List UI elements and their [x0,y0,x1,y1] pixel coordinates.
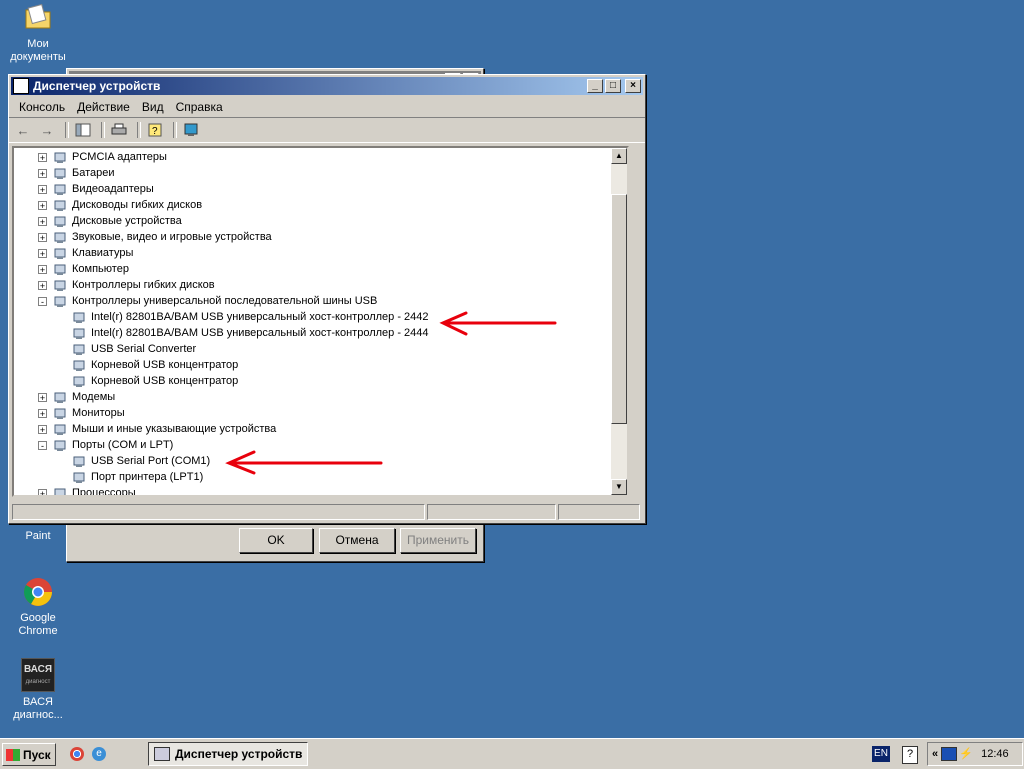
antivirus-tray-icon[interactable]: ⚡ [959,748,973,760]
clock[interactable]: 12:46 [981,748,1009,760]
annotation-arrows [225,311,557,475]
language-indicator[interactable]: EN [872,746,890,762]
system-tray: « ⚡ 12:46 [927,742,1023,766]
chrome-quicklaunch-icon[interactable] [70,747,84,761]
computer-icon [154,747,170,761]
start-button[interactable]: Пуск [2,743,56,766]
network-tray-icon[interactable] [941,747,958,761]
arrow-annotation-usb-controller [439,311,557,336]
help-tray-icon[interactable]: ? [902,746,918,764]
windows-logo-icon [6,748,20,761]
taskbar-item-device-manager[interactable]: Диспетчер устройств [148,742,308,766]
start-label: Пуск [23,747,51,762]
tray-expand-chevron[interactable]: « [932,748,938,760]
taskbar-item-label: Диспетчер устройств [175,747,303,761]
arrow-annotation-com1 [225,450,383,475]
ie-quicklaunch-icon[interactable]: e [92,747,106,761]
taskbar: Пуск e Диспетчер устройств EN ? « ⚡ 12:4… [0,738,1024,769]
